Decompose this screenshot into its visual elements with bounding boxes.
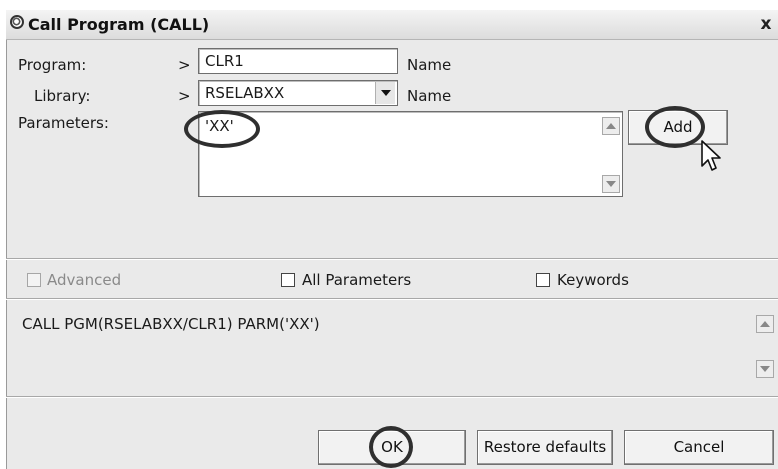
scroll-up-icon [606, 123, 616, 129]
call-program-icon [10, 15, 24, 29]
program-hint: Name [407, 56, 452, 74]
program-input[interactable]: CLR1 [198, 48, 398, 74]
separator [6, 396, 778, 398]
chevron-down-icon [380, 90, 391, 96]
program-label: Program: [18, 56, 87, 74]
close-button[interactable]: x [756, 13, 776, 35]
window-title: Call Program (CALL) [28, 15, 210, 34]
annotation-circle-add [645, 106, 705, 148]
library-label: Library: [34, 87, 91, 105]
all-parameters-label: All Parameters [302, 271, 412, 289]
keywords-checkbox[interactable] [536, 273, 550, 287]
keywords-label: Keywords [557, 271, 629, 289]
parameters-scroll-up[interactable] [602, 117, 620, 135]
separator [6, 258, 778, 260]
separator [6, 298, 778, 300]
parameters-textarea[interactable]: 'XX' [198, 111, 623, 197]
library-combo[interactable]: RSELABXX [198, 80, 398, 106]
call-program-dialog [6, 10, 778, 469]
mouse-pointer-icon [701, 140, 721, 171]
scroll-down-icon [760, 366, 770, 372]
annotation-circle-ok [369, 426, 413, 468]
program-prompt-marker: > [178, 56, 191, 74]
library-prompt-marker: > [178, 87, 191, 105]
advanced-label: Advanced [47, 271, 122, 289]
annotation-circle-parameter [184, 110, 260, 148]
library-value: RSELABXX [205, 84, 285, 102]
all-parameters-checkbox[interactable] [281, 273, 295, 287]
command-preview-text: CALL PGM(RSELABXX/CLR1) PARM('XX') [22, 315, 320, 333]
preview-scroll-up[interactable] [756, 315, 774, 333]
library-dropdown-button[interactable] [375, 82, 395, 104]
parameters-label: Parameters: [18, 114, 109, 132]
preview-scroll-down[interactable] [756, 360, 774, 378]
scroll-down-icon [606, 181, 616, 187]
library-hint: Name [407, 87, 452, 105]
scroll-up-icon [760, 321, 770, 327]
advanced-checkbox[interactable] [27, 273, 41, 287]
cancel-button[interactable]: Cancel [624, 430, 774, 465]
restore-defaults-button[interactable]: Restore defaults [477, 430, 613, 465]
parameters-scroll-down[interactable] [602, 175, 620, 193]
